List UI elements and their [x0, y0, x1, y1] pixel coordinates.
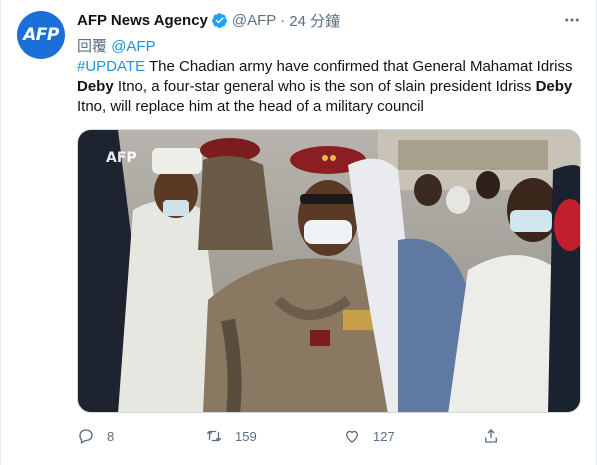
- heart-icon: [346, 430, 358, 443]
- replying-to-handle[interactable]: @AFP: [111, 38, 155, 55]
- display-name[interactable]: AFP News Agency: [77, 12, 208, 29]
- more-icon: [565, 18, 579, 22]
- avatar[interactable]: AFP: [17, 11, 65, 59]
- photo-watermark: AFP: [106, 150, 137, 166]
- hashtag-link[interactable]: #UPDATE: [77, 58, 145, 75]
- share-button[interactable]: [482, 427, 500, 445]
- retweet-count: 159: [235, 428, 257, 444]
- tweet-text-segment: Itno, will replace him at the head of a …: [77, 98, 424, 115]
- tweet-text-segment: The Chadian army have confirmed that Gen…: [145, 58, 573, 75]
- tweet-actions: 8 159 127: [77, 426, 517, 446]
- retweet-icon: [206, 430, 222, 442]
- tweet-header: AFP News Agency @AFP · 24 分鐘: [77, 10, 340, 30]
- timeline-divider-left: [0, 0, 1, 465]
- photo-illustration: [78, 130, 580, 412]
- replying-to-label: 回覆: [77, 38, 108, 55]
- share-icon: [485, 429, 497, 443]
- avatar-logo-text: AFP: [23, 25, 59, 45]
- tweet-photo[interactable]: AFP: [77, 129, 581, 413]
- tweet-text-segment: Itno, a four-star general who is the son…: [113, 78, 536, 95]
- like-button[interactable]: 127: [343, 427, 395, 445]
- like-count: 127: [373, 428, 395, 444]
- retweet-button[interactable]: 159: [205, 427, 257, 445]
- verified-badge-icon: [211, 12, 227, 28]
- replying-to: 回覆 @AFP: [77, 35, 156, 56]
- header-separator: ·: [280, 11, 286, 29]
- author-handle[interactable]: @AFP: [232, 12, 276, 29]
- reply-button[interactable]: 8: [77, 427, 114, 445]
- reply-icon: [79, 429, 93, 444]
- reply-count: 8: [107, 428, 115, 444]
- tweet-text: #UPDATE The Chadian army have confirmed …: [77, 57, 582, 117]
- tweet-timestamp[interactable]: 24 分鐘: [289, 10, 340, 31]
- more-options-button[interactable]: [560, 10, 584, 30]
- tweet-highlight-term: Deby: [535, 78, 573, 95]
- tweet-highlight-term: Deby: [77, 78, 114, 95]
